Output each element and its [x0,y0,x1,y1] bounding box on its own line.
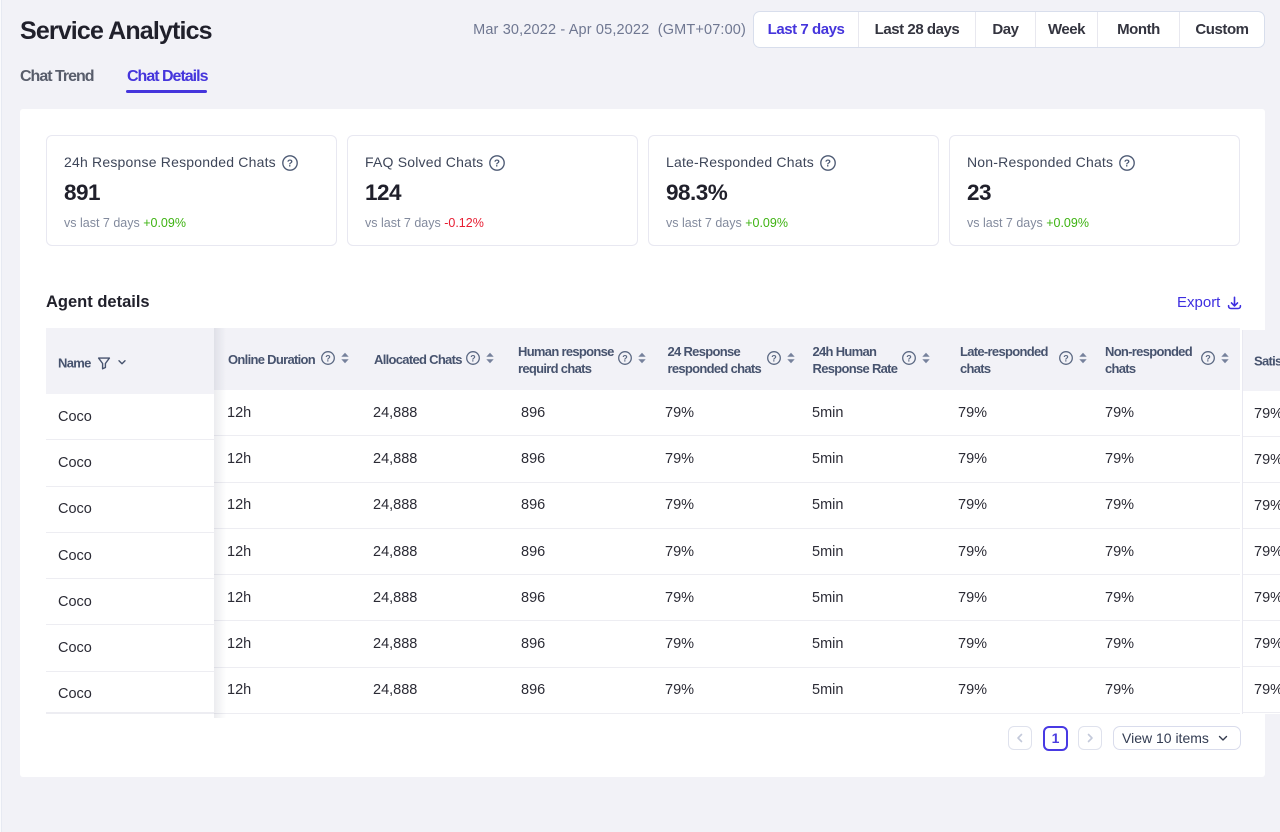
svg-text:?: ? [825,158,831,169]
svg-text:?: ? [1124,158,1130,169]
svg-text:?: ? [325,353,331,363]
svg-text:?: ? [906,353,912,363]
svg-text:?: ? [622,353,628,363]
svg-text:?: ? [771,353,777,363]
svg-text:?: ? [470,353,476,363]
svg-text:?: ? [1063,353,1069,363]
svg-text:?: ? [1205,353,1211,363]
svg-text:?: ? [287,158,293,169]
svg-text:?: ? [494,158,500,169]
